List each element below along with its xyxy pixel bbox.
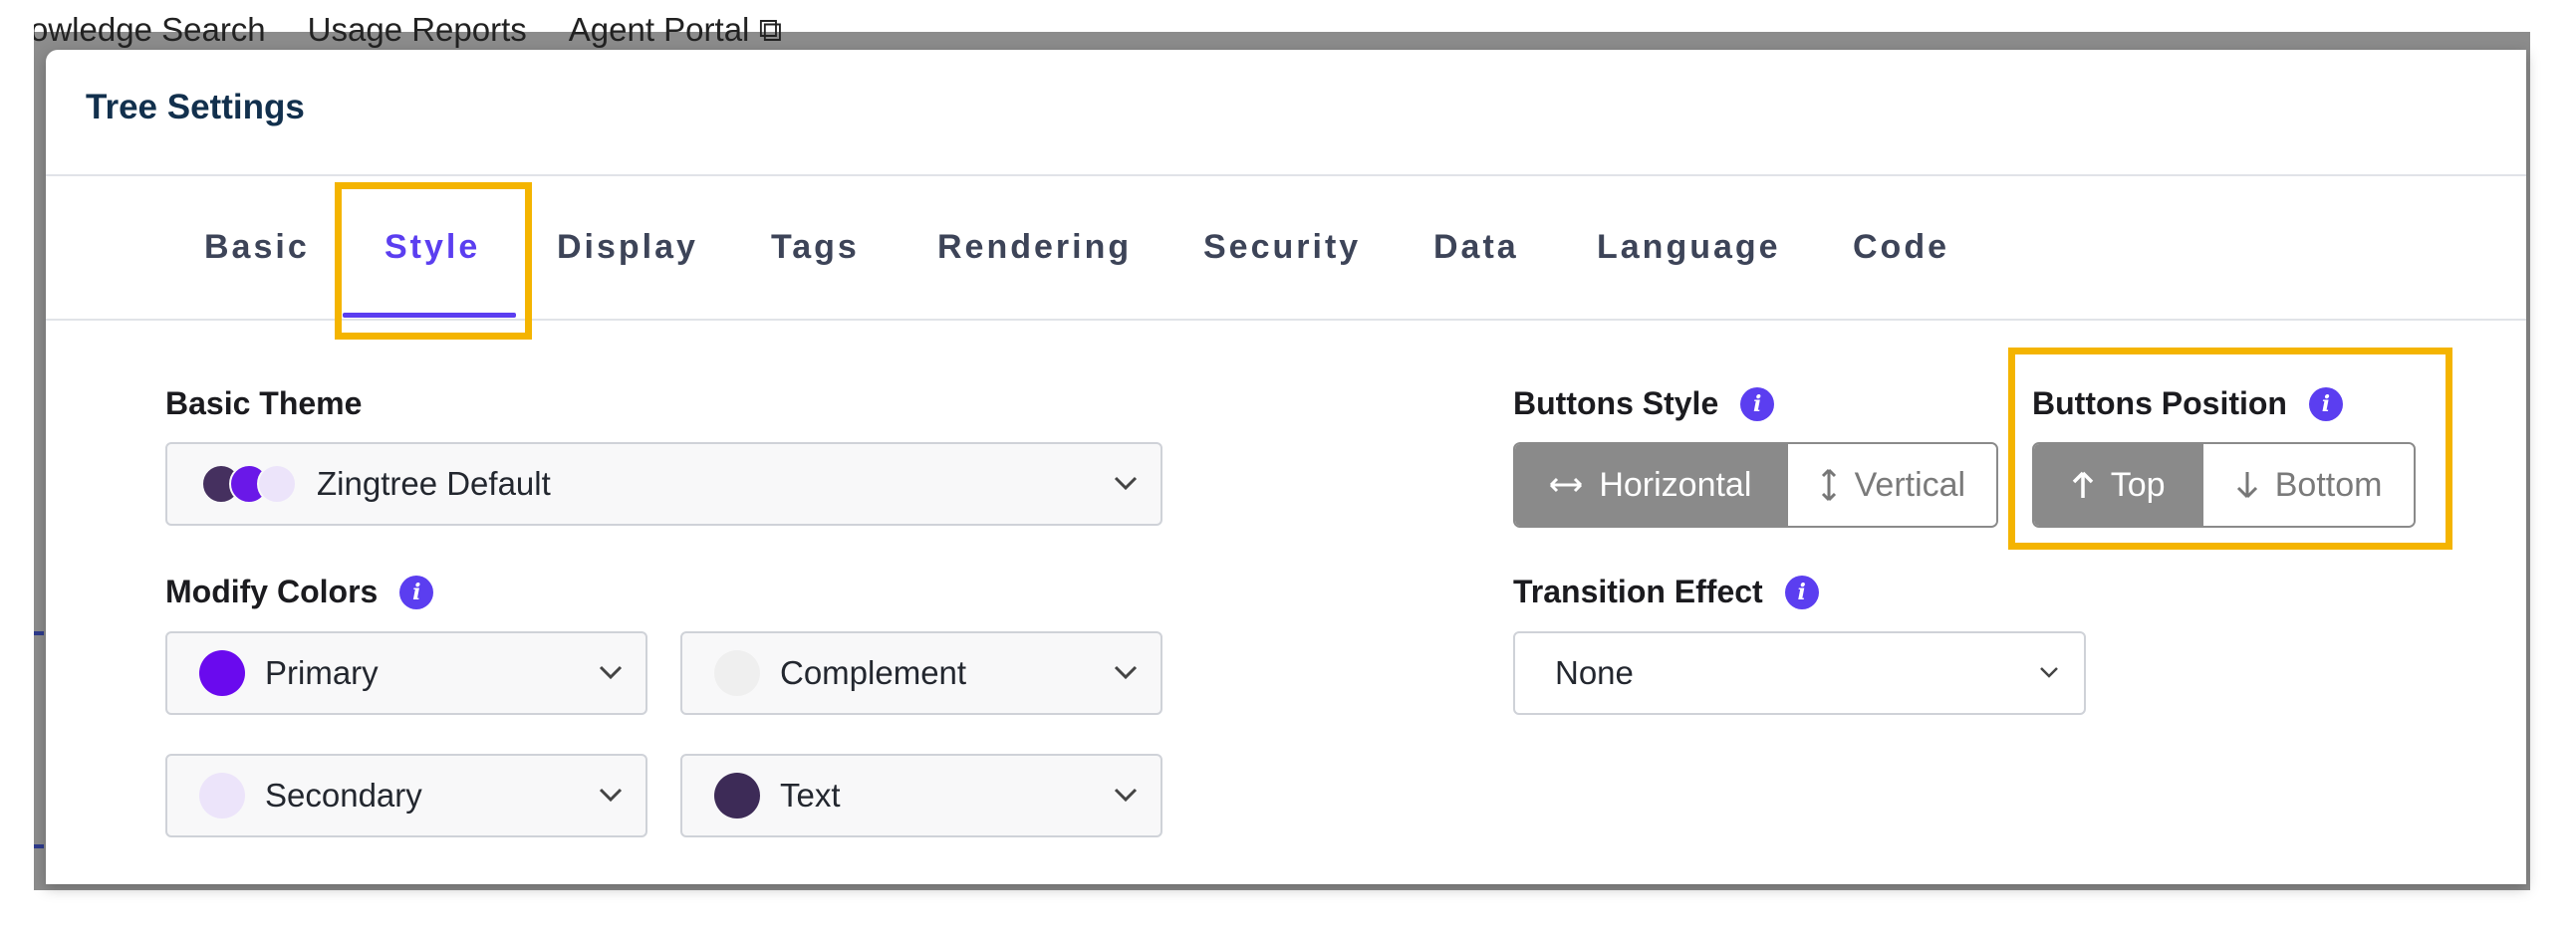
basic-theme-label-text: Basic Theme — [165, 385, 363, 421]
buttons-position-top-label: Top — [2110, 465, 2166, 504]
buttons-position-label-text: Buttons Position — [2032, 385, 2287, 421]
color-select-complement[interactable]: Complement — [680, 631, 1162, 715]
theme-dot — [257, 464, 297, 504]
complement-color-swatch — [714, 650, 760, 696]
arrow-down-icon — [2236, 472, 2257, 499]
color-select-secondary[interactable]: Secondary — [165, 754, 647, 837]
transition-effect-value: None — [1555, 654, 1634, 691]
modify-colors-label-text: Modify Colors — [165, 574, 379, 609]
info-icon[interactable]: i — [1784, 575, 1819, 609]
buttons-style-toggle: Horizontal Vertical — [1513, 442, 1998, 528]
buttons-style-vertical[interactable]: Vertical — [1785, 444, 1996, 526]
buttons-position-bottom-label: Bottom — [2274, 465, 2383, 504]
buttons-position-toggle: Top Bottom — [2032, 442, 2416, 528]
color-select-label: Primary — [265, 654, 379, 691]
bg-nav-usage-reports[interactable]: Usage Reports — [308, 10, 527, 50]
modal-title: Tree Settings — [86, 88, 305, 126]
transition-effect-label: Transition Effect i — [1513, 574, 1819, 610]
chevron-down-icon — [1114, 665, 1138, 680]
tab-rendering[interactable]: Rendering — [937, 228, 1132, 267]
info-icon[interactable]: i — [2308, 386, 2343, 421]
color-select-primary[interactable]: Primary — [165, 631, 647, 715]
chevron-down-icon — [599, 665, 623, 680]
buttons-style-horizontal[interactable]: Horizontal — [1515, 444, 1786, 526]
chevron-down-icon — [599, 788, 623, 803]
tab-data[interactable]: Data — [1433, 228, 1519, 267]
info-icon[interactable]: i — [399, 575, 434, 609]
secondary-color-swatch — [199, 773, 245, 819]
external-link-icon: ⧉ — [758, 11, 783, 48]
info-icon[interactable]: i — [1740, 386, 1775, 421]
text-color-swatch — [714, 773, 760, 819]
modal-header: Tree Settings — [46, 50, 2526, 176]
settings-tabs: Basic Style Display Tags Rendering Secur… — [46, 176, 2526, 321]
buttons-style-label: Buttons Style i — [1513, 385, 1775, 422]
bg-nav-agent-portal[interactable]: Agent Portal ⧉ — [569, 10, 782, 50]
color-select-text[interactable]: Text — [680, 754, 1162, 837]
tab-code[interactable]: Code — [1853, 228, 1949, 267]
tab-style[interactable]: Style — [385, 228, 480, 267]
color-select-label: Complement — [780, 654, 967, 691]
arrow-up-icon — [2072, 471, 2093, 498]
tab-tags[interactable]: Tags — [771, 228, 860, 267]
active-tab-indicator — [343, 313, 516, 318]
color-select-label: Text — [780, 777, 841, 814]
horizontal-arrows-icon — [1550, 477, 1583, 493]
modify-colors-label: Modify Colors i — [165, 574, 434, 610]
bg-decoration — [34, 631, 44, 635]
transition-effect-select[interactable]: None — [1513, 631, 2086, 715]
bg-decoration — [34, 844, 44, 848]
buttons-style-label-text: Buttons Style — [1513, 385, 1719, 421]
basic-theme-select[interactable]: Zingtree Default — [165, 442, 1162, 526]
tab-display[interactable]: Display — [557, 228, 698, 267]
tab-language[interactable]: Language — [1597, 228, 1781, 267]
vertical-arrows-icon — [1821, 468, 1836, 502]
buttons-position-top[interactable]: Top — [2034, 444, 2202, 526]
chevron-down-icon — [1114, 788, 1138, 803]
tree-settings-modal: Tree Settings Basic Style Display Tags R… — [46, 50, 2526, 884]
basic-theme-value: Zingtree Default — [317, 465, 551, 502]
tab-security[interactable]: Security — [1203, 228, 1361, 267]
tab-basic[interactable]: Basic — [204, 228, 310, 267]
background-nav: owledge Search Usage Reports Agent Porta… — [34, 0, 2530, 50]
color-select-label: Secondary — [265, 777, 422, 814]
primary-color-swatch — [199, 650, 245, 696]
chevron-down-icon — [1114, 476, 1138, 491]
transition-effect-label-text: Transition Effect — [1513, 574, 1763, 609]
buttons-position-bottom[interactable]: Bottom — [2201, 444, 2414, 526]
buttons-style-vertical-label: Vertical — [1854, 465, 1966, 504]
buttons-style-horizontal-label: Horizontal — [1599, 465, 1752, 504]
buttons-position-label: Buttons Position i — [2032, 385, 2343, 422]
chevron-down-icon — [2040, 667, 2058, 678]
bg-nav-knowledge-search[interactable]: owledge Search — [34, 10, 266, 50]
theme-color-dots — [201, 464, 297, 504]
basic-theme-label: Basic Theme — [165, 385, 362, 422]
